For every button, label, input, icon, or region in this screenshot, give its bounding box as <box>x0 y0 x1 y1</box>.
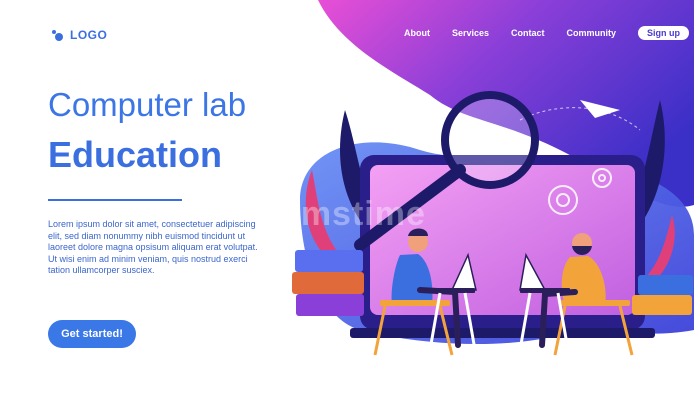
sign-up-button[interactable]: Sign up <box>638 26 690 40</box>
nav-contact[interactable]: Contact <box>511 28 545 38</box>
get-started-button[interactable]: Get started! <box>48 320 136 348</box>
hero-title-line1: Computer lab <box>48 86 247 123</box>
logo[interactable]: LOGO <box>50 28 107 42</box>
hero-body-text: Lorem ipsum dolor sit amet, consectetuer… <box>48 219 258 275</box>
logo-text: LOGO <box>70 28 108 42</box>
title-divider <box>48 199 182 201</box>
top-nav: About Services Contact Community Sign up <box>404 26 690 40</box>
nav-services[interactable]: Services <box>452 28 489 38</box>
logo-dots-icon <box>52 30 63 41</box>
landing-page: dreamstime LOGO About Services Contact C… <box>0 0 694 403</box>
nav-community[interactable]: Community <box>567 28 617 38</box>
nav-about[interactable]: About <box>404 28 430 38</box>
hero-title-line2: Education <box>48 134 223 175</box>
